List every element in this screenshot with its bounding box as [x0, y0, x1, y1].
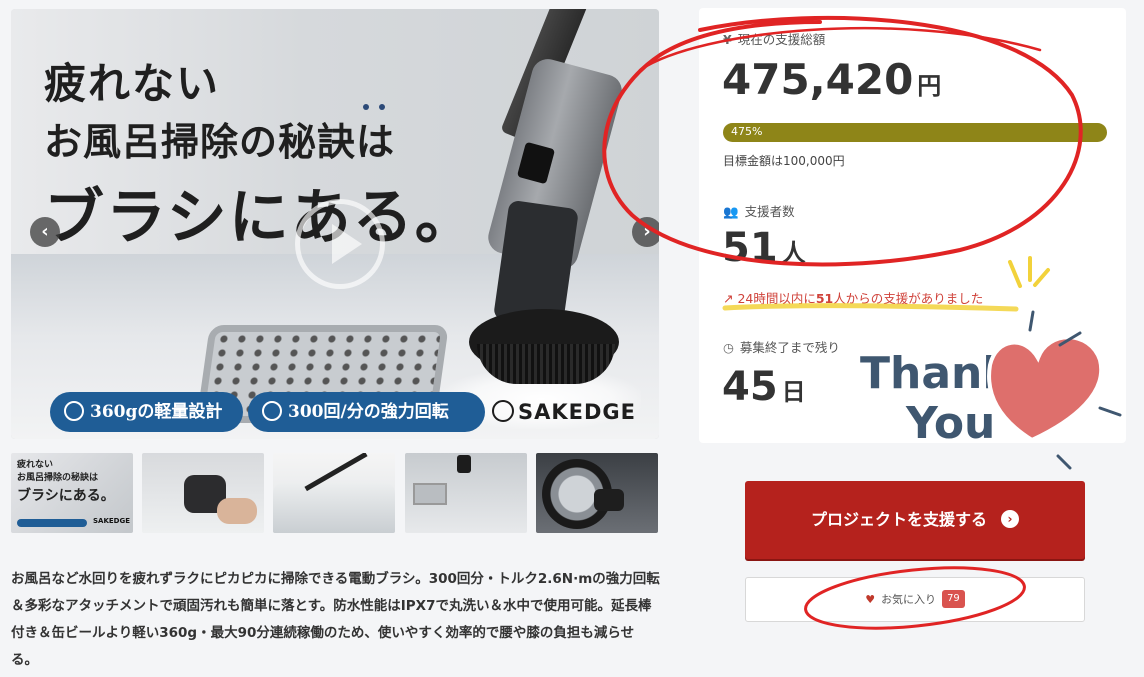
- trend-up-icon: ↗: [723, 291, 738, 306]
- hero-headline-2: お風呂掃除の秘訣は: [44, 119, 396, 164]
- remaining-label: ◷ 募集終了まで残り: [723, 340, 840, 355]
- trend-text: ↗ 24時間以内に51人からの支援がありました: [723, 291, 984, 306]
- brush-head: [457, 455, 471, 473]
- feature-badge-weight: 360gの軽量設計: [50, 392, 243, 432]
- chevron-right-icon: ›: [1001, 510, 1019, 528]
- backers-count: 51 人: [722, 225, 806, 271]
- feature-badge-rotation: 300回/分の強力回転: [248, 392, 485, 432]
- rotation-icon: [262, 401, 282, 421]
- yen-icon: ¥: [723, 32, 732, 47]
- project-description: お風呂など水回りを疲れずラクにピカピカに掃除できる電動ブラシ。300回分・トルク…: [11, 571, 660, 668]
- thumbnail-2[interactable]: [142, 453, 264, 533]
- thumbnail-3[interactable]: [273, 453, 395, 533]
- thumb-text-2: ブラシにある。: [17, 488, 115, 504]
- feature-weight-text: 360gの軽量設計: [90, 402, 223, 422]
- brush-bristles: [477, 344, 615, 384]
- funding-amount: 475,420 円: [722, 55, 942, 104]
- favorite-label: お気に入り: [881, 593, 937, 606]
- drain: [413, 483, 447, 505]
- play-video-icon[interactable]: [295, 199, 385, 289]
- bathtub: [273, 483, 395, 533]
- goal-text: 目標金額は100,000円: [723, 154, 845, 168]
- thumb-brand: SAKEDGE: [93, 517, 131, 525]
- progress-bar: 475%: [723, 123, 1107, 142]
- clock-icon: ◷: [723, 340, 734, 355]
- favorite-count-badge: 79: [942, 590, 965, 608]
- hand: [217, 498, 257, 524]
- heart-icon: ♥: [865, 593, 876, 606]
- remaining-days: 45 日: [722, 364, 806, 410]
- hero-headline-3: ブラシにある。: [44, 183, 477, 253]
- brand-name: SAKEDGE: [518, 400, 637, 424]
- device-on-wheel: [594, 489, 624, 511]
- hero-headline-1: 疲れない: [44, 59, 221, 108]
- hero-image[interactable]: 疲れない お風呂掃除の秘訣は ブラシにある。 ‹ › 360gの軽量設計 300…: [11, 9, 659, 439]
- support-project-button[interactable]: プロジェクトを支援する ›: [745, 481, 1085, 559]
- funding-label: ¥ 現在の支援総額: [723, 32, 826, 47]
- brand-logo: SAKEDGE: [492, 400, 636, 424]
- progress-label: 475%: [731, 125, 763, 138]
- support-button-label: プロジェクトを支援する: [810, 510, 987, 529]
- thumb-text-1: 疲れない お風呂掃除の秘訣は: [17, 460, 99, 483]
- feature-rotation-text: 300回/分の強力回転: [288, 402, 449, 422]
- thumbnail-1[interactable]: 疲れない お風呂掃除の秘訣は ブラシにある。 SAKEDGE: [11, 453, 133, 533]
- brand-mark-icon: [492, 400, 514, 422]
- thumbnail-5[interactable]: [536, 453, 658, 533]
- favorite-button[interactable]: ♥ お気に入り 79: [745, 577, 1085, 622]
- weight-icon: [64, 401, 84, 421]
- prev-slide-button[interactable]: ‹: [30, 217, 60, 247]
- backers-label: 👥 支援者数: [723, 204, 795, 219]
- next-slide-button[interactable]: ›: [632, 217, 659, 247]
- thumbnail-4[interactable]: [405, 453, 527, 533]
- users-icon: 👥: [723, 204, 739, 219]
- thumb-badge: [17, 519, 87, 527]
